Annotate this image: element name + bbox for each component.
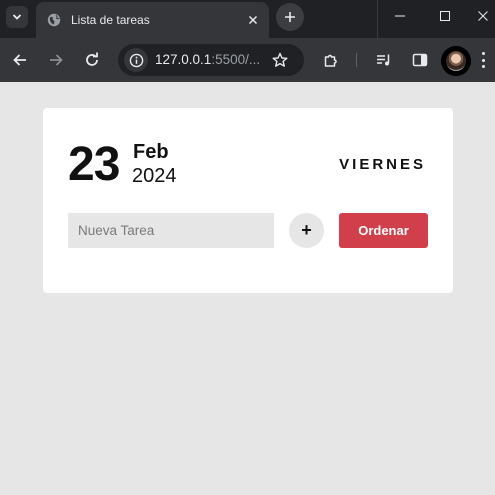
date-year: 2024 xyxy=(132,165,177,187)
tab-title: Lista de tareas xyxy=(71,13,150,27)
date-weekday: VIERNES xyxy=(339,156,426,173)
url-host: 127.0.0.1 xyxy=(155,52,212,67)
info-icon xyxy=(129,53,143,67)
side-panel-icon xyxy=(412,53,428,67)
site-info-button[interactable] xyxy=(124,48,148,72)
close-window-icon xyxy=(477,11,488,21)
arrow-left-icon xyxy=(13,54,26,66)
extensions-button[interactable] xyxy=(320,49,342,71)
arrow-right-icon xyxy=(50,54,63,66)
sort-button[interactable]: Ordenar xyxy=(339,213,428,248)
media-control-button[interactable] xyxy=(373,49,395,71)
plus-icon xyxy=(285,12,295,22)
tab-search-button[interactable] xyxy=(6,6,28,28)
tab-strip: Lista de tareas xyxy=(0,0,495,38)
maximize-icon xyxy=(439,11,450,21)
toolbar-divider xyxy=(356,53,357,67)
avatar-photo xyxy=(446,51,466,71)
window-controls-divider xyxy=(377,0,378,38)
reload-button[interactable] xyxy=(81,49,103,71)
minimize-icon xyxy=(394,15,405,17)
maximize-button[interactable] xyxy=(425,0,464,32)
minimize-button[interactable] xyxy=(380,0,419,32)
star-icon xyxy=(272,52,288,67)
reload-icon xyxy=(86,52,98,66)
date-month: Feb xyxy=(133,141,169,163)
todo-card: 23 Feb 2024 VIERNES + Ordenar xyxy=(43,108,453,293)
new-task-input[interactable] xyxy=(68,213,274,248)
kebab-menu-icon[interactable] xyxy=(479,50,487,70)
forward-button[interactable] xyxy=(45,49,67,71)
close-icon[interactable] xyxy=(243,10,263,30)
browser-tab-active[interactable]: Lista de tareas xyxy=(36,2,269,38)
profile-avatar[interactable] xyxy=(441,46,471,76)
puzzle-icon xyxy=(324,54,337,67)
new-tab-button[interactable] xyxy=(276,3,304,31)
bookmark-button[interactable] xyxy=(269,49,291,71)
add-task-button[interactable]: + xyxy=(289,213,324,248)
date-day: 23 xyxy=(68,138,120,191)
chevron-down-icon xyxy=(12,14,22,20)
globe-icon xyxy=(47,13,61,27)
back-button[interactable] xyxy=(9,49,31,71)
url-path: :5500/... xyxy=(211,52,261,67)
url-text[interactable]: 127.0.0.1:5500/... xyxy=(155,52,260,67)
side-panel-button[interactable] xyxy=(409,49,431,71)
close-window-button[interactable] xyxy=(463,0,495,32)
media-queue-icon xyxy=(377,54,390,66)
